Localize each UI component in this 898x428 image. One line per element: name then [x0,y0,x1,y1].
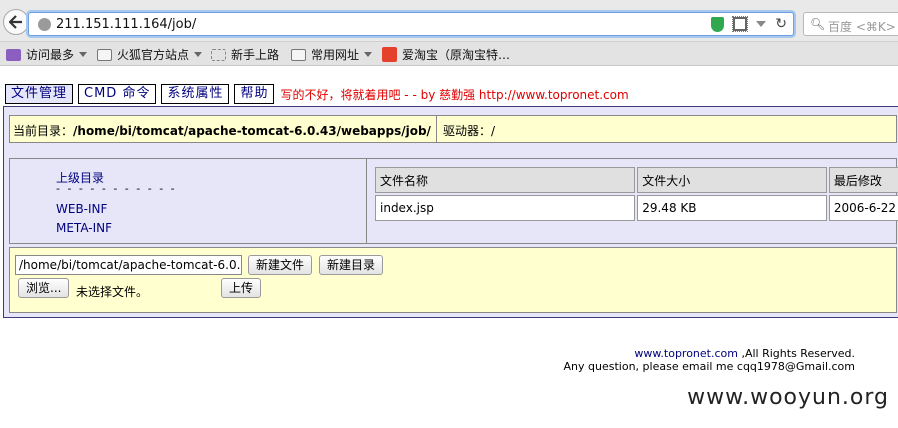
file-manager-frame: 当前目录：/home/bi/tomcat/apache-tomcat-6.0.4… [3,106,898,318]
drive-info: 驱动器：/ [443,124,496,138]
chevron-down-icon [364,52,373,57]
new-file-button[interactable]: 新建文件 [248,255,313,275]
dir-link-web-inf[interactable]: WEB-INF [56,202,107,216]
browser-toolbar: 211.151.111.164/job/ ↻ 🔍︎ 百度 <⌘K> [0,0,898,42]
dir-link-meta-inf[interactable]: META-INF [56,221,112,235]
dropdown-caret-icon[interactable] [756,21,767,27]
shield-icon[interactable] [711,16,725,32]
globe-icon [38,18,51,31]
watermark: www.wooyun.org [687,385,889,410]
table-row: index.jsp 29.48 KB 2006-6-22 [375,195,898,221]
search-bar[interactable]: 🔍︎ 百度 <⌘K> [803,12,898,36]
folder-icon [97,48,112,61]
bookmark-firefox-sites[interactable]: 火狐官方站点 [97,46,203,63]
separator: - - - - - - - - - - - [56,182,177,195]
path-bar: 当前目录：/home/bi/tomcat/apache-tomcat-6.0.4… [9,115,897,143]
column-header-name: 文件名称 [375,167,636,193]
author-note: 写的不好，将就着用吧 - - by 慈勤强 http://www.toprone… [280,87,629,102]
browse-button[interactable]: 浏览... [18,278,70,298]
table-header-row: 文件名称 文件大小 最后修改 [375,167,898,193]
tab-system-properties[interactable]: 系统属性 [161,84,230,104]
upload-button[interactable]: 上传 [221,278,262,298]
drive-value: / [491,124,496,138]
taobao-icon [382,47,397,62]
directory-list: 上级目录 - - - - - - - - - - - WEB-INF META-… [10,159,367,243]
bookmark-aitaobao[interactable]: 爱淘宝（原淘宝特… [382,46,510,63]
reload-icon[interactable]: ↻ [775,16,787,32]
current-directory: 当前目录：/home/bi/tomcat/apache-tomcat-6.0.4… [10,116,437,142]
footer: www.topronet.com ,All Rights Reserved. A… [564,347,855,373]
search-icon: 🔍︎ [810,17,826,31]
chevron-down-icon [194,52,203,57]
path-input[interactable]: /home/bi/tomcat/apache-tomcat-6.0.43/ [15,255,242,275]
tab-cmd[interactable]: CMD 命令 [78,84,157,104]
new-directory-button[interactable]: 新建目录 [319,255,384,275]
footer-link[interactable]: www.topronet.com [634,347,738,360]
tab-file-manager[interactable]: 文件管理 [5,84,74,104]
page-icon [211,48,226,61]
file-modified-cell: 2006-6-22 [828,195,898,221]
back-button[interactable] [3,9,29,35]
file-size-cell: 29.48 KB [637,195,827,221]
no-file-selected-text: 未选择文件。 [76,285,149,299]
search-placeholder[interactable]: 百度 <⌘K> [828,18,896,35]
bookmarks-bar: 访问最多 火狐官方站点 新手上路 常用网址 爱淘宝（原淘宝特… [0,42,898,66]
bookmark-folder-icon [6,48,21,61]
current-path: /home/bi/tomcat/apache-tomcat-6.0.43/web… [73,124,431,138]
file-table: 文件名称 文件大小 最后修改 index.jsp 29.48 KB 2006-6… [373,165,898,223]
tab-help[interactable]: 帮助 [234,84,275,104]
file-name-cell[interactable]: index.jsp [375,195,636,221]
chevron-down-icon [79,52,88,57]
url-text[interactable]: 211.151.111.164/job/ [56,17,196,32]
folder-icon [291,48,306,61]
browser-panel: 上级目录 - - - - - - - - - - - WEB-INF META-… [9,158,898,244]
column-header-size: 文件大小 [637,167,827,193]
actions-panel: /home/bi/tomcat/apache-tomcat-6.0.43/ 新建… [9,247,897,313]
file-manager-nav: 文件管理 CMD 命令 系统属性 帮助 写的不好，将就着用吧 - - by 慈勤… [5,84,629,104]
bookmark-common-sites[interactable]: 常用网址 [291,46,373,63]
url-bar[interactable]: 211.151.111.164/job/ ↻ [28,12,794,36]
qr-code-icon[interactable] [732,16,749,32]
bookmark-most-visited[interactable]: 访问最多 [6,46,88,63]
back-arrow-icon [9,15,22,29]
footer-contact: Any question, please email me cqq1978@Gm… [563,360,855,373]
bookmark-getting-started[interactable]: 新手上路 [211,46,279,63]
column-header-modified: 最后修改 [828,167,898,193]
footer-rights: ,All Rights Reserved. [737,347,855,360]
